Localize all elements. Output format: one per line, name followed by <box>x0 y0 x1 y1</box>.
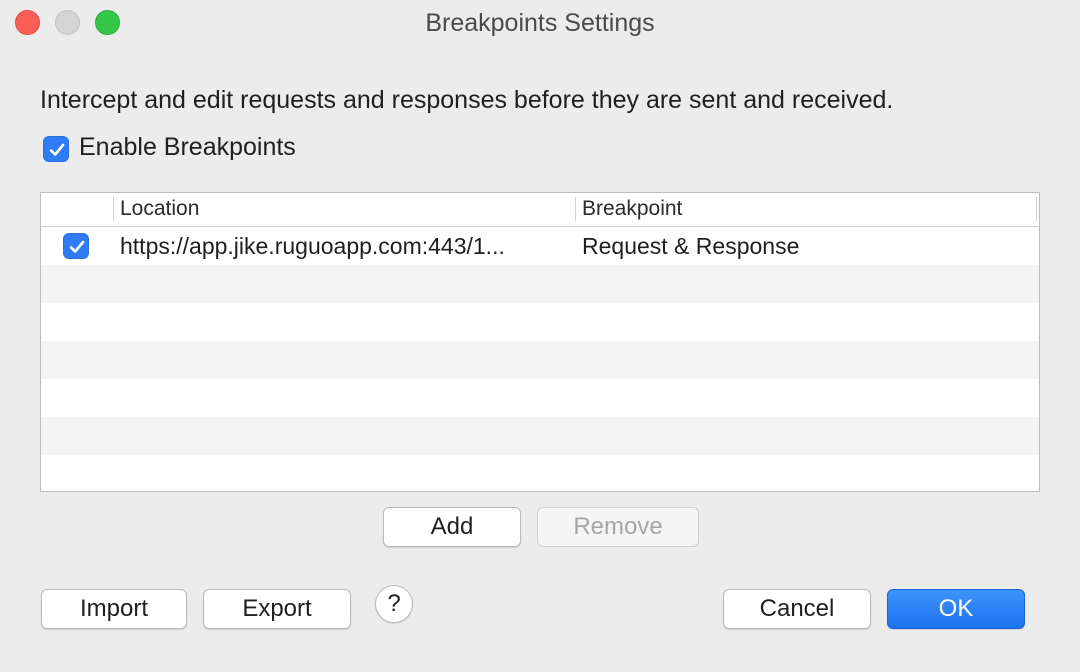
window-title: Breakpoints Settings <box>425 9 655 37</box>
column-header-location[interactable]: Location <box>120 197 199 221</box>
empty-table-row <box>41 341 1039 379</box>
row-breakpoint: Request & Response <box>582 233 800 259</box>
cancel-button[interactable]: Cancel <box>723 589 871 629</box>
empty-table-row <box>41 265 1039 303</box>
table-row[interactable]: https://app.jike.ruguoapp.com:443/1... R… <box>41 227 1039 265</box>
remove-button[interactable]: Remove <box>537 507 699 547</box>
empty-table-row <box>41 455 1039 491</box>
column-separator[interactable] <box>1036 197 1037 221</box>
breakpoints-settings-window: Breakpoints Settings Intercept and edit … <box>0 0 1080 672</box>
table-header: Location Breakpoint <box>41 193 1039 227</box>
add-button[interactable]: Add <box>383 507 521 547</box>
column-header-breakpoint[interactable]: Breakpoint <box>582 197 682 221</box>
help-button[interactable]: ? <box>375 585 413 623</box>
description-text: Intercept and edit requests and response… <box>40 86 894 114</box>
row-location: https://app.jike.ruguoapp.com:443/1... <box>120 233 505 259</box>
empty-table-row <box>41 379 1039 417</box>
table-rows: https://app.jike.ruguoapp.com:443/1... R… <box>41 227 1039 491</box>
import-button[interactable]: Import <box>41 589 187 629</box>
column-separator[interactable] <box>113 197 114 221</box>
breakpoints-table: Location Breakpoint https://app.jike.rug… <box>40 192 1040 492</box>
column-separator[interactable] <box>575 197 576 221</box>
enable-breakpoints-checkbox[interactable] <box>43 136 69 162</box>
empty-table-row <box>41 417 1039 455</box>
checkmark-icon <box>49 143 65 156</box>
row-enabled-checkbox[interactable] <box>63 233 89 259</box>
export-button[interactable]: Export <box>203 589 351 629</box>
enable-breakpoints-label[interactable]: Enable Breakpoints <box>79 133 296 162</box>
checkmark-icon <box>69 240 85 253</box>
ok-button[interactable]: OK <box>887 589 1025 629</box>
title-bar: Breakpoints Settings <box>0 0 1080 44</box>
empty-table-row <box>41 303 1039 341</box>
